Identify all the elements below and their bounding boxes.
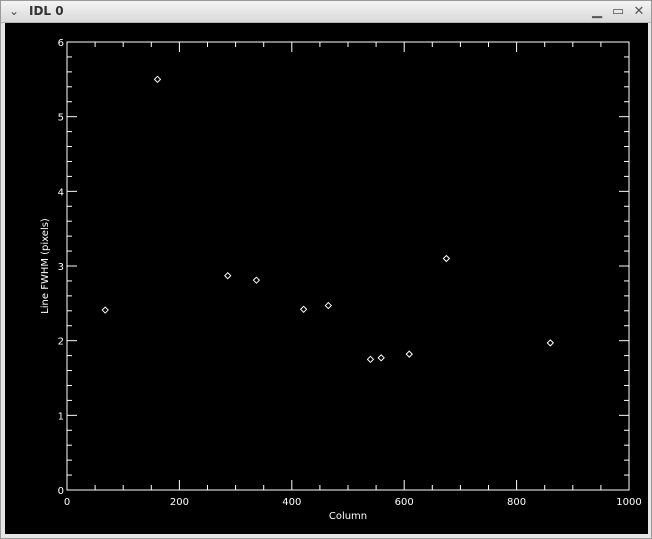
y-axis-title: Line FWHM (pixels) [40, 218, 51, 314]
axis-ticks [66, 41, 630, 491]
x-tick-label: 600 [395, 497, 414, 508]
title-bar[interactable]: ⌄ IDL 0 ▁ ▭ ✕ [1, 1, 651, 23]
x-tick-label: 200 [170, 497, 189, 508]
y-tick-label: 5 [58, 113, 64, 124]
y-tick-label: 0 [58, 486, 64, 497]
data-point [252, 276, 261, 284]
plot-canvas: 0 200 400 600 800 1000 0 1 2 3 4 5 6 Column Line FW… [5, 23, 648, 534]
idl-window: ⌄ IDL 0 ▁ ▭ ✕ 0 200 400 600 800 1000 0 1 2 3 4 5 6 … [0, 0, 652, 539]
data-point [405, 350, 413, 358]
data-point [299, 305, 308, 314]
data-point [366, 355, 375, 364]
x-tick-label: 1000 [616, 497, 641, 508]
window-title: IDL 0 [29, 4, 64, 18]
y-tick-label: 2 [58, 337, 64, 348]
x-tick-label: 0 [64, 497, 70, 508]
data-point [546, 339, 555, 347]
x-tick-label: 800 [507, 497, 526, 508]
y-tick-label: 3 [58, 262, 64, 273]
chevron-down-icon[interactable]: ⌄ [6, 4, 22, 19]
y-tick-label: 4 [58, 187, 64, 198]
data-point [377, 354, 385, 362]
y-tick-label: 1 [58, 411, 64, 422]
close-icon[interactable]: ✕ [631, 4, 647, 19]
y-tick-label: 6 [58, 38, 64, 49]
x-tick-labels: 0 200 400 600 800 1000 [64, 497, 642, 508]
minimize-icon[interactable]: ▁ [589, 4, 605, 19]
data-points [101, 75, 555, 364]
x-tick-label: 400 [282, 497, 301, 508]
plot-frame [66, 41, 630, 491]
data-point [442, 254, 451, 263]
x-axis-title: Column [329, 511, 367, 522]
data-point [153, 75, 162, 84]
y-tick-labels: 0 1 2 3 4 5 6 [58, 38, 64, 497]
data-point [224, 271, 232, 280]
data-point [324, 301, 333, 310]
data-point [101, 306, 109, 314]
scatter-chart: 0 200 400 600 800 1000 0 1 2 3 4 5 6 Column Line FW… [40, 38, 642, 522]
maximize-icon[interactable]: ▭ [610, 4, 626, 19]
